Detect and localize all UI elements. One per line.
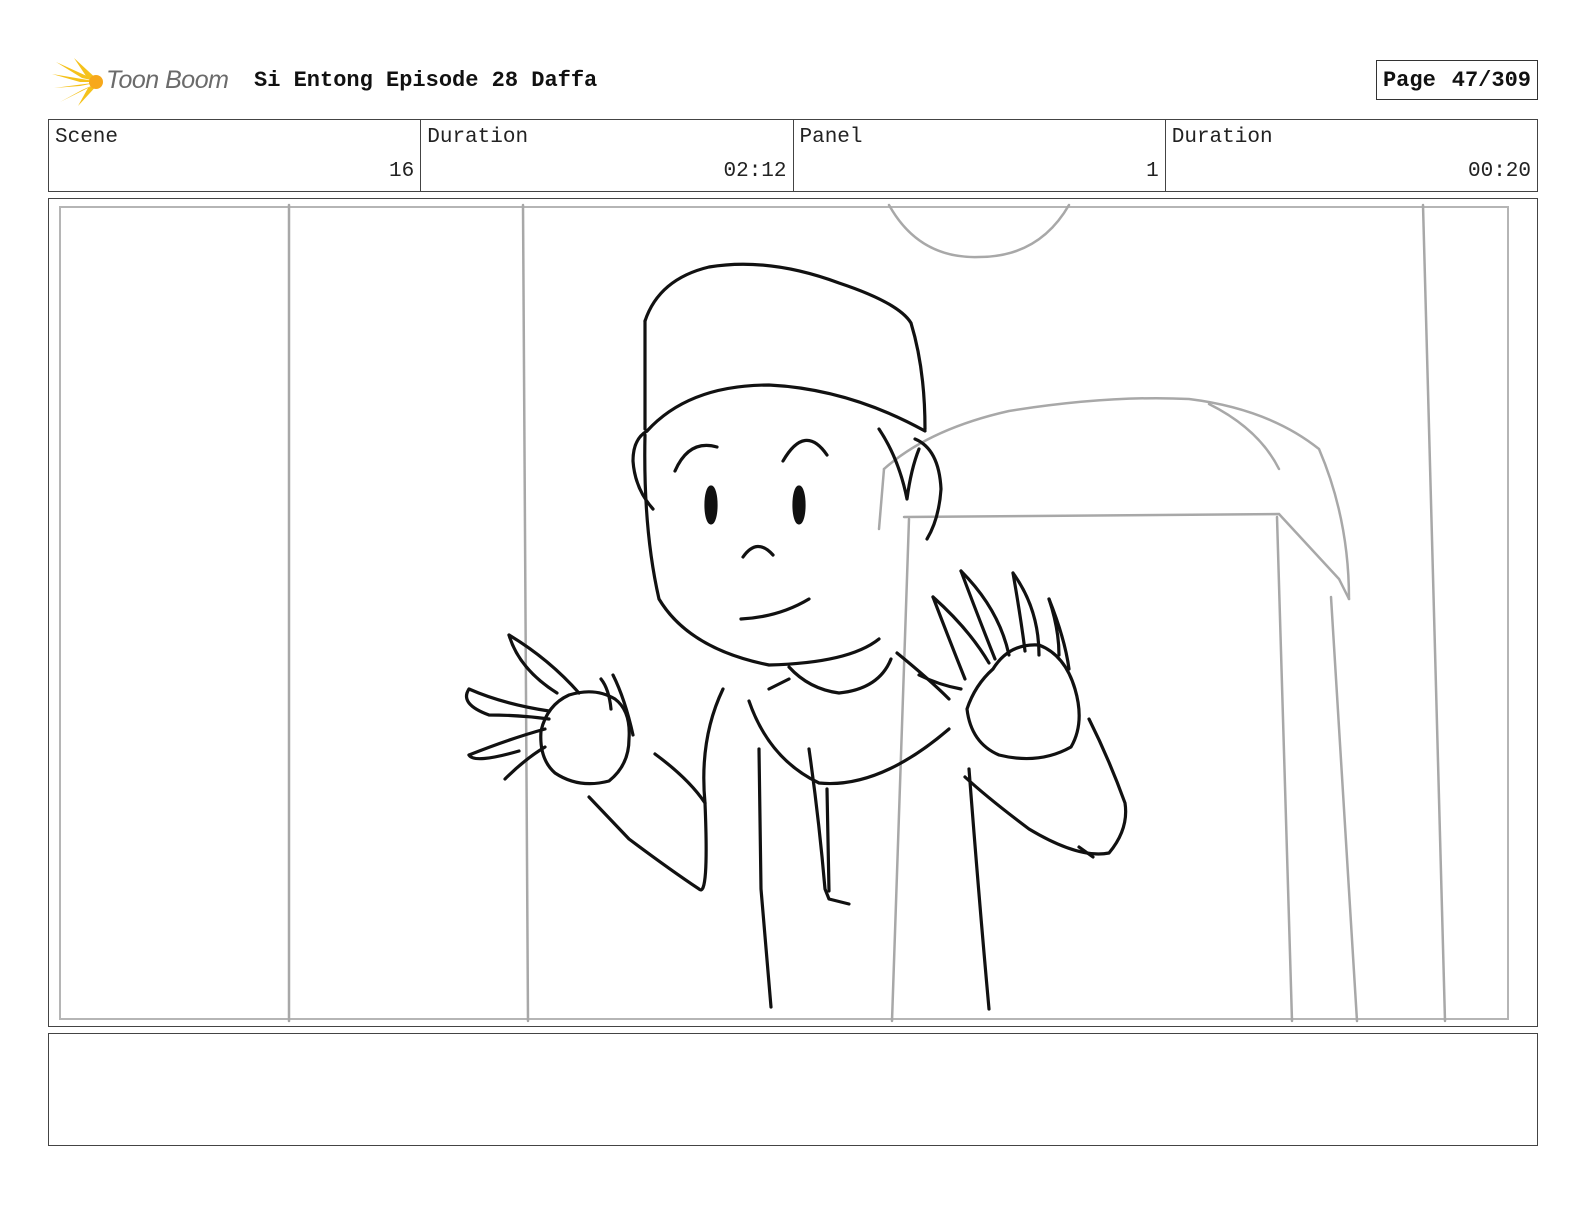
storyboard-panel [48,198,1538,1027]
burst-icon [52,58,103,106]
panel-sketch [59,203,1509,1023]
logo-text: Toon Boom [106,66,229,94]
panel-value: 1 [1146,160,1159,183]
scene-duration-value: 02:12 [723,160,787,183]
page-label: Page [1382,67,1436,93]
panel-label: Panel [799,126,863,149]
scene-duration-label: Duration [427,126,529,149]
panel-notes-box[interactable] [48,1033,1538,1146]
toon-boom-logo: Toon Boom [52,56,242,108]
panel-duration-label: Duration [1171,126,1273,149]
scene-cell: Scene 16 [49,120,422,191]
page-number: 47/309 [1451,67,1531,93]
panel-duration-value: 00:20 [1467,160,1531,183]
storyboard-header: Toon Boom Si Entong Episode 28 Daffa Pag… [48,54,1538,110]
panel-duration-cell: Duration 00:20 [1166,120,1537,191]
character-sketch [464,262,1128,1011]
page-indicator: Page 47/309 [1375,60,1538,100]
safe-frame [59,206,1509,1020]
scene-value: 16 [389,160,415,183]
project-title: Si Entong Episode 28 Daffa [254,68,598,93]
scene-duration-cell: Duration 02:12 [421,120,794,191]
background-sketch [287,203,1447,1023]
scene-info-table: Scene 16 Duration 02:12 Panel 1 Duration… [48,119,1538,192]
panel-cell: Panel 1 [794,120,1166,191]
scene-label: Scene [55,126,119,149]
